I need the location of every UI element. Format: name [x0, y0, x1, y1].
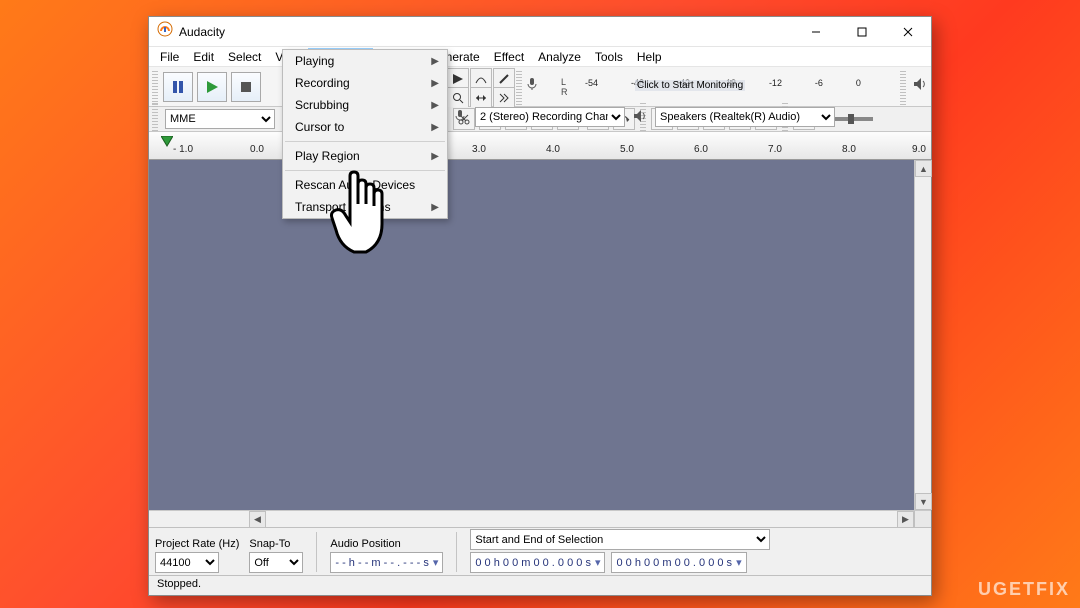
toolbar-transport: L R -54-48-42 Click to Start Monitoring …	[149, 67, 931, 107]
close-button[interactable]	[885, 17, 931, 47]
submenu-arrow-icon: ▶	[431, 78, 439, 89]
app-logo-icon	[157, 21, 173, 42]
menu-effect[interactable]: Effect	[487, 48, 531, 66]
status-text: Stopped.	[157, 578, 201, 590]
audacity-window: Audacity File Edit Select View Transport…	[148, 16, 932, 596]
record-meter[interactable]: L R -54-48-42 Click to Start Monitoring …	[545, 78, 891, 96]
scroll-up-button[interactable]: ▲	[915, 160, 932, 177]
speaker-icon	[633, 109, 647, 126]
meter-ticks: -54-48-42 Click to Start Monitoring -18-…	[585, 78, 861, 88]
selection-toolbar: Project Rate (Hz) 44100 Snap-To Off Audi…	[149, 527, 931, 575]
track-canvas[interactable]	[149, 160, 914, 510]
recording-channels-select[interactable]: 2 (Stereo) Recording Chan	[475, 107, 625, 127]
menu-tools[interactable]: Tools	[588, 48, 630, 66]
audio-position-label: Audio Position	[330, 538, 443, 550]
menu-separator	[285, 141, 445, 142]
play-button[interactable]	[197, 72, 227, 102]
submenu-arrow-icon: ▶	[431, 56, 439, 67]
scroll-right-button[interactable]: ▶	[897, 511, 914, 528]
menu-item-cursor-to[interactable]: Cursor to▶	[283, 116, 447, 138]
watermark: UGETFIX	[978, 579, 1070, 600]
menu-help[interactable]: Help	[630, 48, 669, 66]
audio-position-group: Audio Position - - h - - m - - . - - - s…	[330, 538, 443, 573]
menu-select[interactable]: Select	[221, 48, 268, 66]
selection-end-field[interactable]: 0 0 h 0 0 m 0 0 . 0 0 0 s▾	[611, 552, 746, 573]
meter-label-r: R	[561, 87, 568, 97]
menubar: File Edit Select View Transport Tracks G…	[149, 47, 931, 67]
grip-icon[interactable]	[900, 69, 906, 105]
minimize-button[interactable]	[793, 17, 839, 47]
scroll-corner	[914, 511, 931, 528]
snap-to-label: Snap-To	[249, 538, 303, 550]
status-bar: Stopped.	[149, 575, 931, 595]
ruler-tick: - 1.0	[173, 144, 193, 155]
chevron-down-icon: ▾	[595, 556, 601, 569]
track-area: ▲ ▼	[149, 160, 931, 510]
submenu-arrow-icon: ▶	[431, 151, 439, 162]
mic-icon	[525, 77, 539, 96]
submenu-arrow-icon: ▶	[431, 100, 439, 111]
submenu-arrow-icon: ▶	[431, 122, 439, 133]
scroll-down-button[interactable]: ▼	[915, 493, 932, 510]
audio-position-field[interactable]: - - h - - m - - . - - - s▾	[330, 552, 443, 573]
audio-host-select[interactable]: MME	[165, 109, 275, 129]
playhead-icon[interactable]	[161, 136, 173, 151]
snap-to-group: Snap-To Off	[249, 538, 303, 573]
grip-icon[interactable]	[516, 69, 522, 105]
menu-item-scrubbing[interactable]: Scrubbing▶	[283, 94, 447, 116]
pause-button[interactable]	[163, 72, 193, 102]
vertical-scrollbar[interactable]: ▲ ▼	[914, 160, 931, 510]
snap-to-select[interactable]: Off	[249, 552, 303, 573]
hand-cursor-icon	[328, 170, 392, 265]
maximize-button[interactable]	[839, 17, 885, 47]
speaker-icon	[913, 77, 927, 96]
project-rate-label: Project Rate (Hz)	[155, 538, 239, 550]
submenu-arrow-icon: ▶	[431, 202, 439, 213]
chevron-down-icon: ▾	[433, 556, 439, 569]
project-rate-select[interactable]: 44100	[155, 552, 219, 573]
divider	[316, 532, 317, 572]
selection-start-field[interactable]: 0 0 h 0 0 m 0 0 . 0 0 0 s▾	[470, 552, 605, 573]
timeshift-tool-icon[interactable]	[470, 87, 492, 109]
stop-button[interactable]	[231, 72, 261, 102]
menu-analyze[interactable]: Analyze	[531, 48, 588, 66]
selection-mode-select[interactable]: Start and End of Selection	[470, 529, 770, 550]
project-rate-group: Project Rate (Hz) 44100	[155, 538, 239, 573]
menu-edit[interactable]: Edit	[186, 48, 221, 66]
divider	[456, 532, 457, 572]
menu-item-playing[interactable]: Playing▶	[283, 50, 447, 72]
selection-group: Start and End of Selection 0 0 h 0 0 m 0…	[470, 529, 925, 573]
titlebar: Audacity	[149, 17, 931, 47]
mic-icon	[453, 109, 467, 126]
window-title: Audacity	[179, 25, 793, 39]
meter-overlay[interactable]: Click to Start Monitoring	[635, 80, 745, 91]
grip-icon[interactable]	[152, 69, 158, 105]
menu-item-play-region[interactable]: Play Region▶	[283, 145, 447, 167]
meter-label-l: L	[561, 77, 566, 87]
chevron-down-icon: ▾	[736, 556, 742, 569]
menu-item-recording[interactable]: Recording▶	[283, 72, 447, 94]
multi-tool-icon[interactable]	[493, 87, 515, 109]
scroll-left-button[interactable]: ◀	[249, 511, 266, 528]
horizontal-scrollbar[interactable]: ◀ ▶	[149, 510, 931, 527]
menu-file[interactable]: File	[153, 48, 186, 66]
timeline-ruler[interactable]: - 1.0 0.0 1.0 2.0 3.0 4.0 5.0 6.0 7.0 8.…	[149, 132, 931, 160]
playback-device-select[interactable]: Speakers (Realtek(R) Audio)	[655, 107, 835, 127]
zoom-tool-icon[interactable]	[447, 87, 469, 109]
